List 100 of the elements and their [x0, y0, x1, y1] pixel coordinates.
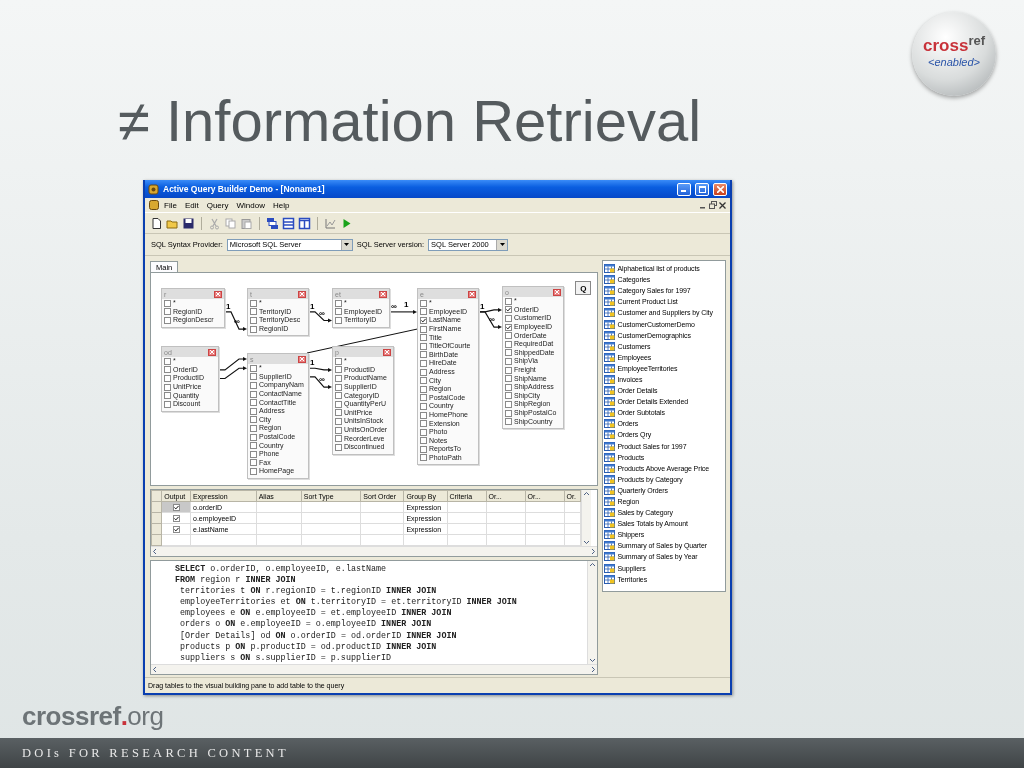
checkbox[interactable] — [250, 450, 257, 458]
close-icon[interactable] — [298, 355, 306, 363]
checkbox[interactable] — [250, 442, 257, 450]
save-icon[interactable] — [182, 216, 195, 230]
checkbox[interactable] — [250, 382, 257, 389]
checkbox[interactable] — [335, 383, 342, 391]
checkbox[interactable] — [164, 366, 171, 374]
close-button[interactable] — [713, 182, 727, 196]
checkbox[interactable] — [250, 407, 257, 415]
checkbox[interactable] — [420, 299, 427, 307]
close-icon[interactable] — [214, 290, 222, 298]
checkbox[interactable] — [420, 308, 427, 316]
checkbox[interactable] — [335, 426, 342, 434]
menu-item[interactable]: File — [161, 200, 180, 210]
close-icon[interactable] — [468, 290, 476, 298]
checkbox[interactable] — [505, 315, 512, 322]
checkbox[interactable] — [505, 297, 512, 305]
checkbox[interactable] — [335, 375, 342, 382]
checkbox[interactable] — [420, 325, 427, 333]
new-file-icon[interactable] — [150, 216, 163, 230]
checkbox[interactable] — [164, 400, 171, 408]
checkbox[interactable] — [335, 317, 342, 324]
checkbox[interactable] — [420, 445, 427, 453]
scroll-up-icon[interactable] — [588, 561, 598, 569]
checkbox[interactable] — [505, 400, 512, 408]
checkbox[interactable] — [335, 400, 342, 408]
checkbox[interactable] — [164, 317, 171, 324]
checkbox[interactable] — [172, 525, 180, 533]
checkbox[interactable] — [420, 377, 427, 385]
checkbox[interactable] — [335, 392, 342, 400]
checkbox[interactable] — [250, 364, 257, 372]
close-icon[interactable] — [553, 288, 561, 296]
checkbox[interactable] — [420, 334, 427, 342]
query-button[interactable]: Q — [575, 281, 592, 295]
checkbox[interactable] — [335, 409, 342, 417]
menu-item[interactable]: Edit — [181, 200, 202, 210]
checkbox[interactable] — [335, 417, 342, 425]
checkbox[interactable] — [250, 424, 257, 432]
close-icon[interactable] — [719, 201, 726, 209]
checkbox[interactable] — [505, 375, 512, 383]
restore-icon[interactable] — [709, 201, 717, 209]
checkbox[interactable] — [335, 435, 342, 443]
checkbox[interactable] — [420, 317, 427, 324]
checkbox[interactable] — [335, 443, 342, 451]
checkbox[interactable] — [505, 323, 512, 331]
checkbox[interactable] — [505, 349, 512, 357]
paste-icon[interactable] — [240, 216, 253, 230]
copy-icon[interactable] — [224, 216, 237, 230]
checkbox[interactable] — [164, 308, 171, 316]
minimize-button[interactable] — [677, 182, 691, 196]
scrollbar[interactable] — [587, 561, 598, 664]
menu-item[interactable]: Query — [203, 200, 232, 210]
checkbox[interactable] — [250, 373, 257, 381]
checkbox[interactable] — [505, 357, 512, 365]
checkbox[interactable] — [250, 308, 257, 316]
document-icon[interactable] — [149, 200, 159, 210]
checkbox[interactable] — [164, 299, 171, 307]
scrollbar[interactable] — [581, 490, 591, 546]
checkbox[interactable] — [420, 428, 427, 436]
checkbox[interactable] — [250, 399, 257, 407]
checkbox[interactable] — [172, 514, 180, 522]
scrollbar[interactable] — [151, 664, 598, 674]
checkbox[interactable] — [250, 317, 257, 324]
checkbox[interactable] — [505, 409, 512, 417]
checkbox[interactable] — [250, 416, 257, 424]
checkbox[interactable] — [335, 357, 342, 365]
checkbox[interactable] — [505, 418, 512, 426]
maximize-button[interactable] — [695, 182, 709, 196]
checkbox[interactable] — [164, 357, 171, 365]
tile-vertical-icon[interactable] — [298, 216, 311, 230]
checkbox[interactable] — [420, 385, 427, 393]
checkbox[interactable] — [420, 420, 427, 428]
checkbox[interactable] — [420, 394, 427, 402]
close-icon[interactable] — [383, 348, 391, 356]
checkbox[interactable] — [172, 503, 180, 511]
scroll-down-icon[interactable] — [582, 538, 591, 546]
scrollbar[interactable] — [151, 546, 598, 556]
checkbox[interactable] — [335, 308, 342, 316]
scroll-up-icon[interactable] — [582, 490, 591, 498]
checkbox[interactable] — [505, 340, 512, 348]
tile-horizontal-icon[interactable] — [282, 216, 295, 230]
checkbox[interactable] — [420, 368, 427, 376]
checkbox[interactable] — [164, 383, 171, 391]
checkbox[interactable] — [250, 467, 257, 475]
cascade-icon[interactable] — [266, 216, 279, 230]
cut-icon[interactable] — [208, 216, 221, 230]
chart-icon[interactable] — [324, 216, 337, 230]
checkbox[interactable] — [505, 392, 512, 400]
checkbox[interactable] — [250, 299, 257, 307]
checkbox[interactable] — [420, 402, 427, 410]
menu-item[interactable]: Window — [233, 200, 268, 210]
checkbox[interactable] — [420, 359, 427, 367]
checkbox[interactable] — [420, 437, 427, 445]
checkbox[interactable] — [505, 383, 512, 391]
close-icon[interactable] — [208, 348, 216, 356]
checkbox[interactable] — [420, 342, 427, 350]
checkbox[interactable] — [335, 299, 342, 307]
checkbox[interactable] — [250, 433, 257, 441]
close-icon[interactable] — [298, 290, 306, 298]
checkbox[interactable] — [250, 459, 257, 467]
